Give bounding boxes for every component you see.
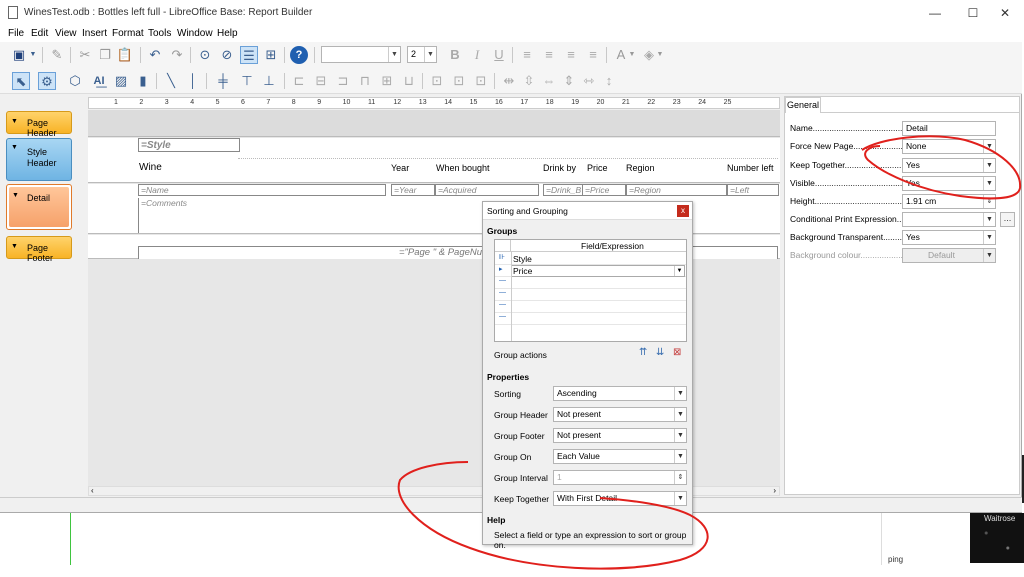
annotation-circle-dialog [397, 461, 709, 570]
annotation-overlay [397, 135, 1022, 570]
app-root: ping Waitrose WinesTest.odb : Bottles le… [0, 0, 1024, 577]
annotation-circle-properties [861, 135, 1022, 200]
